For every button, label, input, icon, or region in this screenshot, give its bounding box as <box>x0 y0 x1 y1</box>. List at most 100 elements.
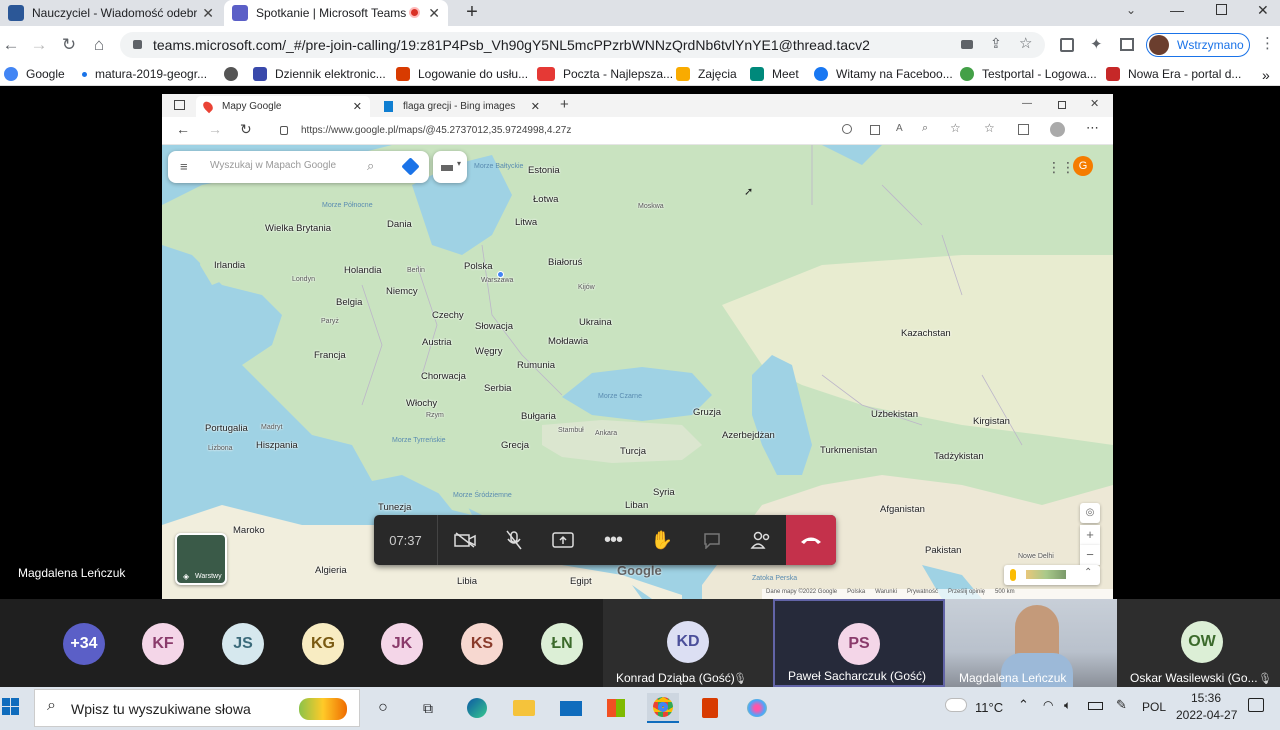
notification-icon[interactable] <box>1248 698 1264 712</box>
tab-search-icon[interactable]: ⌄ <box>1126 3 1136 17</box>
profile-icon[interactable] <box>1050 122 1065 137</box>
zoom-icon[interactable]: ⌕ <box>922 122 928 135</box>
close-window-button[interactable]: ✕ <box>1090 97 1099 110</box>
outer-tab-mail[interactable]: Nauczyciel - Wiadomość odebrana ✕ <box>0 0 222 26</box>
volume-icon[interactable]: 🔈︎ <box>1064 698 1071 713</box>
share-icon[interactable]: ⇪ <box>990 35 1002 52</box>
more-actions-icon[interactable]: ••• <box>588 515 638 565</box>
profile-chip[interactable]: Wstrzymano <box>1146 33 1250 57</box>
language-indicator[interactable]: POL <box>1142 700 1166 714</box>
close-window-button[interactable]: ✕ <box>1257 2 1269 19</box>
participant-avatar[interactable]: JS <box>222 623 264 665</box>
maximize-button[interactable] <box>1058 101 1066 109</box>
pegman-bar[interactable]: ⌃ <box>1004 565 1100 585</box>
bookmark-item[interactable]: Meet <box>750 67 799 81</box>
participants-button[interactable] <box>736 515 786 565</box>
bookmark-item[interactable]: Google <box>4 67 65 81</box>
close-icon[interactable]: ✕ <box>428 5 440 22</box>
windows-start-icon[interactable] <box>2 698 19 715</box>
close-icon[interactable]: ✕ <box>353 100 362 113</box>
forward-icon[interactable]: → <box>28 34 50 56</box>
camera-toggle-button[interactable] <box>440 515 490 565</box>
maximize-button[interactable] <box>1216 4 1227 15</box>
new-tab-button[interactable]: + <box>560 96 569 113</box>
camera-blocked-icon[interactable] <box>961 40 973 49</box>
user-avatar[interactable]: G <box>1073 156 1093 176</box>
transit-chip[interactable]: ▾ <box>433 151 467 183</box>
menu-icon[interactable]: ⋮ <box>1260 34 1275 52</box>
reload-icon[interactable]: ↻ <box>240 121 252 138</box>
bookmark-item[interactable]: Witamy na Faceboo... <box>814 67 953 81</box>
bookmark-item[interactable]: Dziennik elektronic... <box>253 67 386 81</box>
paint-icon[interactable] <box>741 693 773 723</box>
thumbnail-icon[interactable] <box>1026 570 1066 579</box>
map-search-input[interactable]: Wyszukaj w Mapach Google <box>210 160 336 171</box>
close-icon[interactable]: ✕ <box>531 100 540 113</box>
zoom-out-button[interactable]: − <box>1080 545 1100 565</box>
apps-icon[interactable] <box>870 125 880 135</box>
participant-video-tile[interactable]: Magdalena Leńczuk <box>945 599 1117 687</box>
share-screen-button[interactable] <box>538 515 588 565</box>
tab-actions-icon[interactable] <box>174 100 185 110</box>
more-icon[interactable]: ⋯ <box>1086 120 1099 136</box>
location-icon[interactable] <box>842 124 852 134</box>
clock-time[interactable]: 15:36 <box>1191 691 1221 705</box>
taskbar-search[interactable]: ⌕ Wpisz tu wyszukiwane słowa <box>34 689 360 727</box>
hang-up-button[interactable] <box>786 515 836 565</box>
chrome-icon[interactable] <box>647 693 679 723</box>
bookmark-item[interactable]: Testportal - Logowa... <box>960 67 1097 81</box>
bookmark-item[interactable]: Zajęcia <box>676 67 737 81</box>
menu-icon[interactable]: ≡ <box>180 159 188 174</box>
omnibox[interactable]: teams.microsoft.com/_#/pre-join-calling/… <box>120 32 1045 58</box>
tray-chevron-icon[interactable]: ⌃ <box>1018 697 1029 713</box>
home-icon[interactable]: ⌂ <box>88 34 110 56</box>
directions-icon[interactable] <box>401 157 420 176</box>
inner-url[interactable]: https://www.google.pl/maps/@45.2737012,3… <box>301 125 571 136</box>
new-tab-button[interactable]: + <box>460 1 484 25</box>
pen-icon[interactable]: ✎ <box>1116 697 1127 713</box>
back-icon[interactable]: ← <box>176 121 190 137</box>
bookmark-item[interactable]: Logowanie do usłu... <box>396 67 528 81</box>
favorite-icon[interactable]: ☆ <box>950 121 961 135</box>
forward-icon[interactable]: → <box>208 121 222 137</box>
puzzle-icon[interactable]: ✦ <box>1090 35 1103 53</box>
more-bookmarks-icon[interactable]: » <box>1262 67 1270 83</box>
bookmark-item[interactable]: matura-2019-geogr... <box>80 67 207 81</box>
sidepanel-icon[interactable] <box>1120 38 1134 51</box>
chat-button[interactable] <box>687 515 737 565</box>
weather-temp[interactable]: 11°C <box>975 700 1003 715</box>
outer-tab-teams[interactable]: Spotkanie | Microsoft Teams ✕ <box>224 0 448 26</box>
weather-icon[interactable] <box>946 699 966 711</box>
collections-icon[interactable] <box>1018 124 1029 135</box>
participant-tile[interactable]: KD Konrad Dziąba (Gość) 🎙︎ <box>603 599 773 687</box>
clock-date[interactable]: 2022-04-27 <box>1176 708 1237 722</box>
battery-icon[interactable] <box>1088 702 1103 710</box>
extension-icon[interactable] <box>1060 38 1074 52</box>
close-icon[interactable]: ✕ <box>202 5 214 22</box>
search-icon[interactable]: ⌕ <box>367 158 374 174</box>
mail-icon[interactable] <box>555 693 587 723</box>
url-text[interactable]: teams.microsoft.com/_#/pre-join-calling/… <box>153 37 870 53</box>
my-location-button[interactable]: ◎ <box>1080 503 1100 523</box>
bookmark-item[interactable] <box>224 67 246 81</box>
bookmark-item[interactable]: Poczta - Najlepsza... <box>537 67 673 81</box>
cortana-icon[interactable]: ○ <box>367 693 399 723</box>
participant-avatar[interactable]: ŁN <box>541 623 583 665</box>
apps-grid-icon[interactable]: ⋮⋮ <box>1047 159 1075 176</box>
participant-avatar[interactable]: KG <box>302 623 344 665</box>
taskbar-search-input[interactable]: Wpisz tu wyszukiwane słowa <box>71 701 251 717</box>
mic-toggle-button[interactable] <box>489 515 539 565</box>
network-icon[interactable]: ◠ <box>1043 698 1053 712</box>
map-search-box[interactable]: ≡ Wyszukaj w Mapach Google ⌕ <box>168 151 429 183</box>
expand-icon[interactable]: ⌃ <box>1084 567 1092 578</box>
layers-button[interactable]: ◈ Warstwy <box>175 533 227 585</box>
participant-tile[interactable]: OW Oskar Wasilewski (Go... 🎙︎ <box>1117 599 1280 687</box>
participant-avatar[interactable]: JK <box>381 623 423 665</box>
office-icon[interactable] <box>694 693 726 723</box>
store-icon[interactable] <box>600 693 632 723</box>
back-icon[interactable]: ← <box>0 34 22 56</box>
zoom-in-button[interactable]: + <box>1080 525 1100 545</box>
footer-link[interactable]: Warunki <box>875 589 897 599</box>
inner-tab-maps[interactable]: Mapy Google ✕ <box>196 96 370 117</box>
task-view-icon[interactable]: ⧉ <box>412 693 444 723</box>
